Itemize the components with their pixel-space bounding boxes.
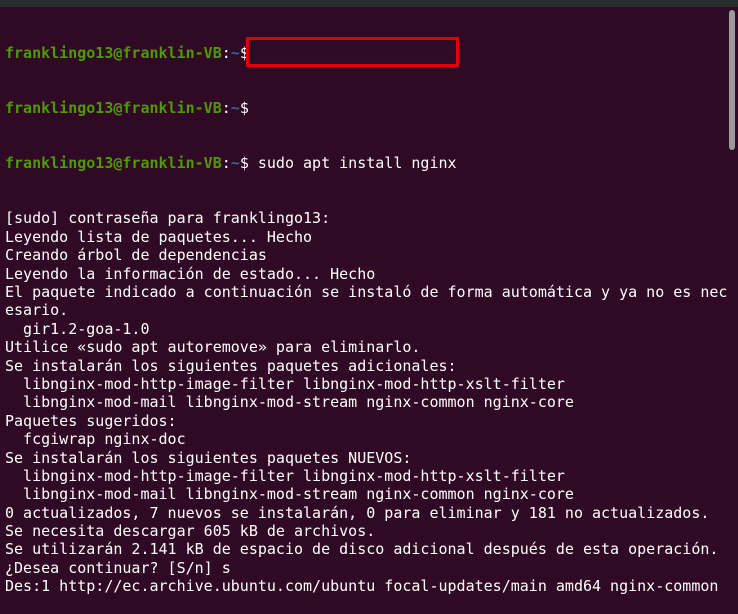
output-line: Des:1 http://ec.archive.ubuntu.com/ubunt… xyxy=(5,577,719,596)
output-line: Se instalarán los siguientes paquetes ad… xyxy=(5,356,457,375)
output-line: El paquete indicado a continuación se in… xyxy=(5,282,728,301)
output-line: esario. xyxy=(5,301,69,320)
output-line: Leyendo la información de estado... Hech… xyxy=(5,264,376,283)
output-line: libnginx-mod-http-image-filter libnginx-… xyxy=(5,374,565,393)
output-line: libnginx-mod-http-image-filter libnginx-… xyxy=(5,466,565,485)
prompt-user-host: franklingo13@franklin-VB xyxy=(5,99,222,118)
command-text: sudo apt install nginx xyxy=(257,154,457,173)
output-line: Se instalarán los siguientes paquetes NU… xyxy=(5,448,412,467)
prompt-user-host: franklingo13@franklin-VB xyxy=(5,154,222,173)
output-line: [sudo] contraseña para franklingo13: xyxy=(5,209,331,228)
prompt-line: franklingo13@franklin-VB:~$ xyxy=(5,99,726,117)
output-line: libnginx-mod-mail libnginx-mod-stream ng… xyxy=(5,393,574,412)
prompt-path: ~ xyxy=(230,99,240,118)
output-line: Paquetes sugeridos: xyxy=(5,411,177,430)
prompt-symbol: $ xyxy=(239,99,249,118)
prompt-user-host: franklingo13@franklin-VB xyxy=(5,43,222,62)
output-line: 0 actualizados, 7 nuevos se instalarán, … xyxy=(5,503,710,522)
output-line: Utilice «sudo apt autoremove» para elimi… xyxy=(5,338,421,357)
window-top-bar xyxy=(0,0,738,7)
output-line: libnginx-mod-mail libnginx-mod-stream ng… xyxy=(5,485,574,504)
prompt-separator: : xyxy=(221,154,231,173)
prompt-path: ~ xyxy=(230,154,240,173)
prompt-separator: : xyxy=(221,43,231,62)
output-line: Creando árbol de dependencias xyxy=(5,246,267,265)
output-line: ¿Desea continuar? [S/n] s xyxy=(5,558,231,577)
output-line: Leyendo lista de paquetes... Hecho xyxy=(5,227,313,246)
prompt-symbol: $ xyxy=(239,154,249,173)
scrollbar[interactable] xyxy=(729,10,735,150)
output-line: Se utilizarán 2.141 kB de espacio de dis… xyxy=(5,540,719,559)
output-line: Se necesita descargar 605 kB de archivos… xyxy=(5,522,376,541)
prompt-separator: : xyxy=(221,99,231,118)
prompt-path: ~ xyxy=(230,43,240,62)
output-line: fcgiwrap nginx-doc xyxy=(5,430,186,449)
output-line: gir1.2-goa-1.0 xyxy=(5,319,150,338)
terminal-output[interactable]: franklingo13@franklin-VB:~$ franklingo13… xyxy=(5,7,728,614)
command-highlight-box xyxy=(246,37,459,67)
prompt-line-command: franklingo13@franklin-VB:~$ sudo apt ins… xyxy=(5,154,726,172)
